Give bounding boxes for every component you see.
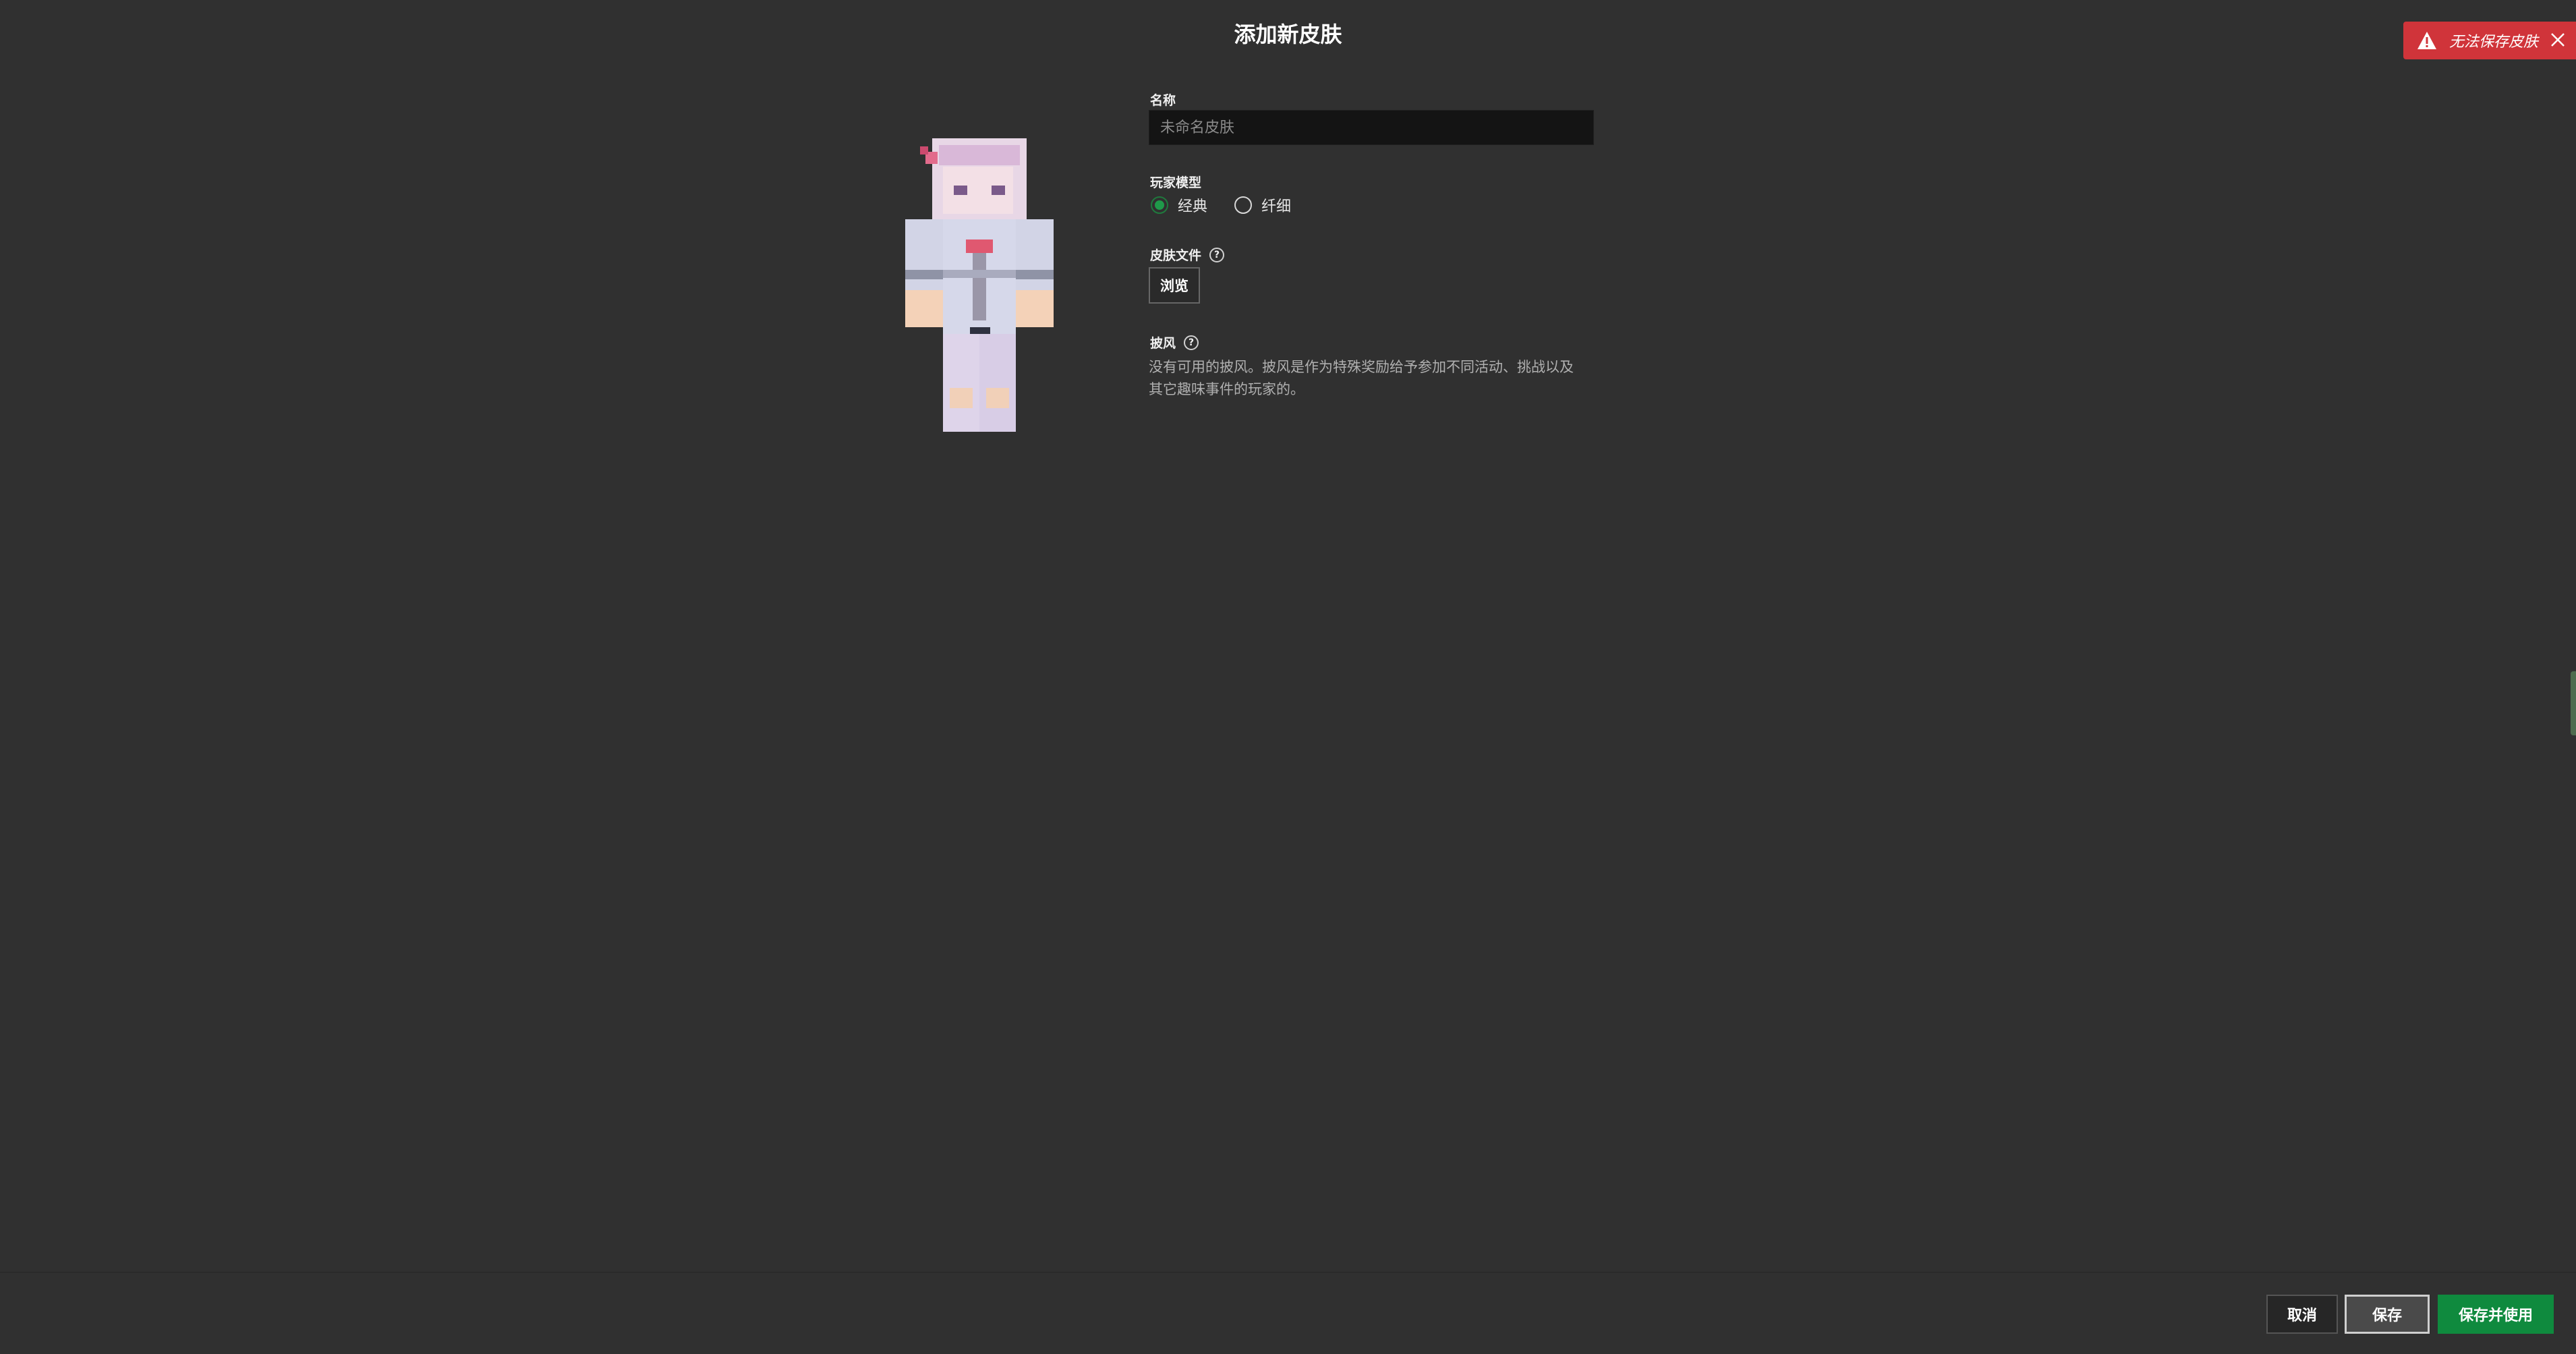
toast-message: 无法保存皮肤 — [2449, 34, 2539, 51]
help-icon[interactable]: ? — [1209, 247, 1225, 262]
radio-button-classic[interactable] — [1151, 196, 1168, 214]
cape-description: 没有可用的披风。披风是作为特殊奖励给予参加不同活动、挑战以及其它趣味事件的玩家的… — [1149, 359, 1574, 397]
skin-preview — [905, 138, 1054, 435]
scroll-handle[interactable] — [2571, 671, 2576, 735]
radio-classic[interactable]: 经典 — [1151, 194, 1207, 216]
save-and-use-button[interactable]: 保存并使用 — [2438, 1295, 2554, 1334]
radio-slim[interactable]: 纤细 — [1234, 194, 1291, 216]
name-label: 名称 — [1150, 93, 1176, 108]
help-icon[interactable]: ? — [1184, 335, 1199, 350]
cape-label-text: 披风 — [1150, 336, 1176, 351]
error-toast: 无法保存皮肤 — [2403, 22, 2576, 59]
skin-file-label: 皮肤文件 ? — [1150, 246, 1225, 264]
skin-file-label-text: 皮肤文件 — [1150, 248, 1202, 263]
radio-slim-label: 纤细 — [1261, 198, 1292, 215]
browse-button[interactable]: 浏览 — [1149, 267, 1200, 304]
cape-label: 披风 ? — [1150, 333, 1199, 351]
warning-icon — [2417, 32, 2436, 49]
cancel-button[interactable]: 取消 — [2266, 1295, 2338, 1334]
close-icon[interactable] — [2549, 31, 2567, 49]
footer-divider — [0, 1272, 2576, 1273]
skin-name-input[interactable] — [1149, 110, 1594, 145]
dialog-title: 添加新皮肤 — [1234, 22, 1342, 47]
model-label: 玩家模型 — [1150, 175, 1202, 190]
radio-classic-label: 经典 — [1178, 198, 1208, 215]
radio-button-slim[interactable] — [1234, 196, 1252, 214]
save-button[interactable]: 保存 — [2345, 1295, 2430, 1334]
